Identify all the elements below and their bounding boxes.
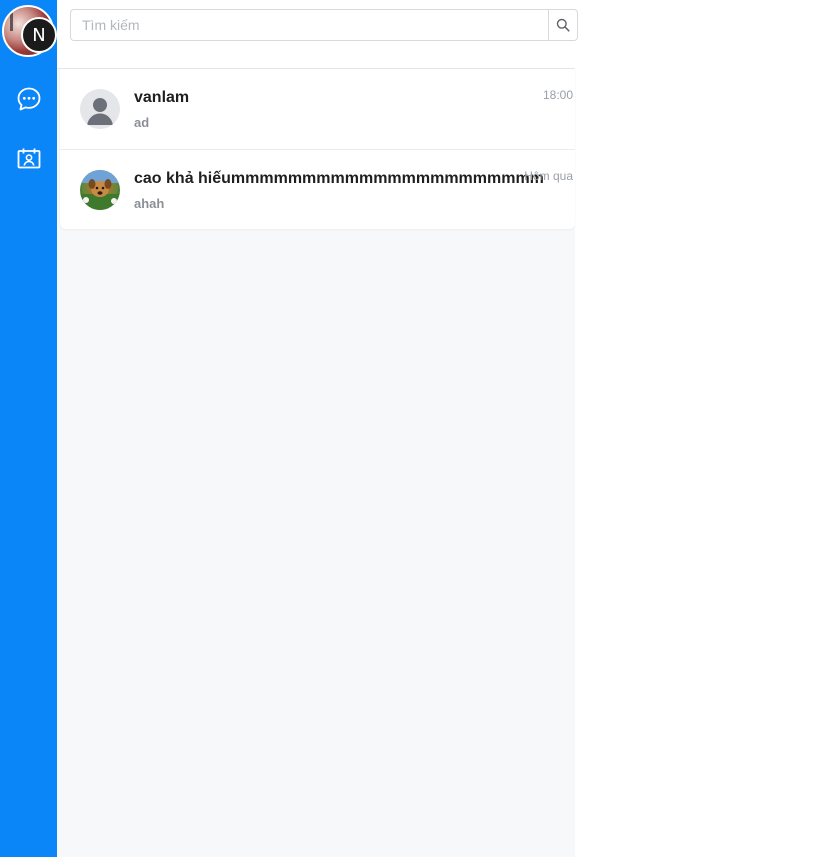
conversation-panel: vanlam ad 18:00 cao khả hiếum <box>57 0 578 857</box>
n-badge-icon[interactable]: N <box>21 17 57 53</box>
default-user-avatar <box>80 89 120 129</box>
dog-photo-image <box>80 170 120 210</box>
sidebar: N <box>0 0 57 857</box>
search-button[interactable] <box>548 9 578 41</box>
user-silhouette-icon <box>87 98 113 125</box>
search-icon <box>556 18 570 32</box>
chat-bubble-icon[interactable] <box>15 85 43 113</box>
search-input[interactable] <box>70 9 548 41</box>
conversation-time: 18:00 <box>542 88 573 102</box>
conversation-name: cao khả hiếummmmmmmmmmmmmmmmmmmmmm <box>134 170 544 187</box>
conversation-preview: ad <box>134 115 150 130</box>
conversation-item[interactable]: cao khả hiếummmmmmmmmmmmmmmmmmmmmm ahah … <box>60 149 575 229</box>
conversation-list: vanlam ad 18:00 cao khả hiếummmmmmmmmmmm… <box>60 69 575 229</box>
conversation-time: Hôm qua <box>524 169 573 183</box>
conversation-preview: ahah <box>134 196 165 211</box>
contacts-book-icon[interactable] <box>15 145 43 173</box>
search-bar <box>57 0 578 69</box>
avatar-photo-detail <box>10 13 13 31</box>
conversation-name: vanlam <box>134 89 190 106</box>
conversation-item[interactable]: vanlam ad 18:00 <box>60 69 575 149</box>
dog-photo-avatar <box>80 170 120 210</box>
